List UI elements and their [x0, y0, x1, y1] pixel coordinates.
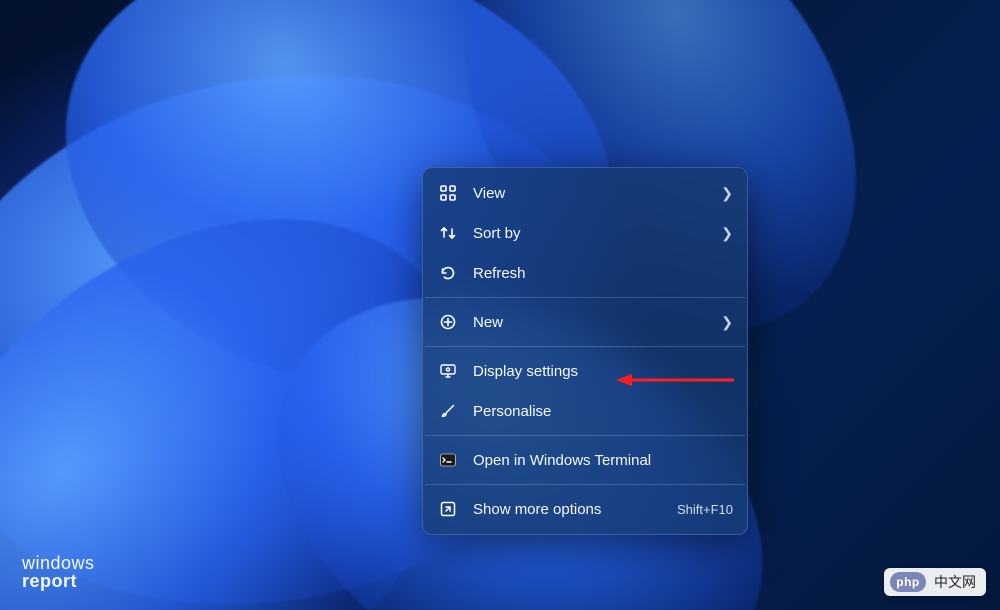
- refresh-icon: [437, 262, 459, 284]
- chevron-right-icon: ❯: [721, 185, 733, 202]
- menu-item-refresh[interactable]: Refresh: [423, 253, 747, 293]
- menu-item-sort-by[interactable]: Sort by ❯: [423, 213, 747, 253]
- menu-separator: [425, 346, 745, 347]
- menu-label: New: [473, 314, 713, 331]
- menu-label: Sort by: [473, 225, 713, 242]
- grid-icon: [437, 182, 459, 204]
- sort-icon: [437, 222, 459, 244]
- php-cn-watermark: php 中文网: [884, 568, 986, 596]
- menu-item-personalise[interactable]: Personalise: [423, 391, 747, 431]
- menu-label: Refresh: [473, 265, 733, 282]
- terminal-icon: [437, 449, 459, 471]
- menu-label: Open in Windows Terminal: [473, 452, 733, 469]
- display-icon: [437, 360, 459, 382]
- menu-separator: [425, 435, 745, 436]
- chevron-right-icon: ❯: [721, 225, 733, 242]
- menu-label: Show more options: [473, 501, 669, 518]
- desktop-wallpaper[interactable]: View ❯ Sort by ❯ Refresh: [0, 0, 1000, 610]
- desktop-context-menu: View ❯ Sort by ❯ Refresh: [422, 167, 748, 535]
- windows-report-watermark: windows report: [22, 554, 95, 590]
- menu-label: Display settings: [473, 363, 733, 380]
- chevron-right-icon: ❯: [721, 314, 733, 331]
- brush-icon: [437, 400, 459, 422]
- plus-circle-icon: [437, 311, 459, 333]
- menu-item-show-more[interactable]: Show more options Shift+F10: [423, 489, 747, 529]
- menu-item-view[interactable]: View ❯: [423, 173, 747, 213]
- php-logo-icon: php: [890, 572, 926, 592]
- menu-label: Personalise: [473, 403, 733, 420]
- menu-label: View: [473, 185, 713, 202]
- menu-separator: [425, 484, 745, 485]
- menu-separator: [425, 297, 745, 298]
- expand-icon: [437, 498, 459, 520]
- menu-shortcut: Shift+F10: [677, 502, 733, 517]
- menu-item-open-terminal[interactable]: Open in Windows Terminal: [423, 440, 747, 480]
- menu-item-display-settings[interactable]: Display settings: [423, 351, 747, 391]
- menu-item-new[interactable]: New ❯: [423, 302, 747, 342]
